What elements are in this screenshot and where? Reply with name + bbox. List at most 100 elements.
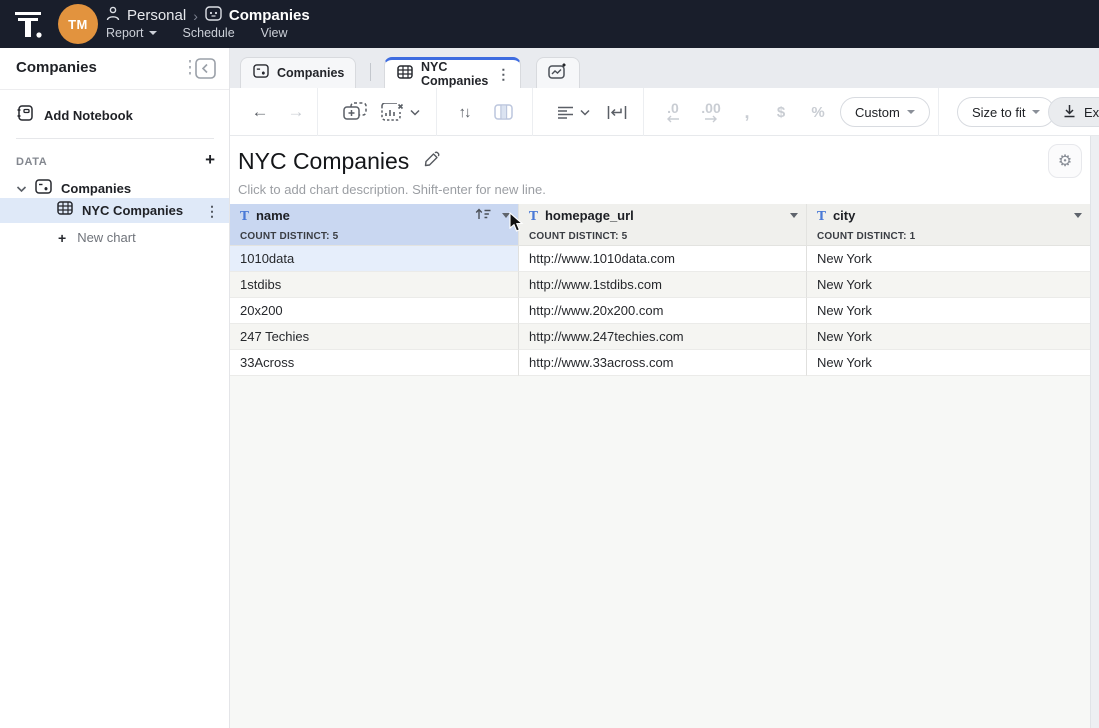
kebab-menu-icon[interactable]: ⋮ xyxy=(205,204,219,218)
chart-description-placeholder[interactable]: Click to add chart description. Shift-en… xyxy=(238,182,546,197)
decimal-increase-label: .00 xyxy=(701,101,720,115)
settings-button[interactable]: ⚙ xyxy=(1048,144,1082,178)
edit-title-pencil-icon[interactable] xyxy=(423,151,440,173)
table-cell[interactable]: New York xyxy=(807,298,1090,324)
breadcrumb-workspace[interactable]: Personal xyxy=(127,7,186,24)
column-header-city[interactable]: T city xyxy=(807,204,1090,227)
chevron-down-icon[interactable] xyxy=(16,180,27,198)
chevron-down-icon xyxy=(1032,110,1040,114)
data-section-header: DATA + xyxy=(0,152,229,174)
table-cell[interactable]: New York xyxy=(807,272,1090,298)
table-cell[interactable]: http://www.1010data.com xyxy=(519,246,807,272)
gear-icon: ⚙ xyxy=(1058,151,1072,171)
toolbar-divider xyxy=(532,88,533,136)
column-label: city xyxy=(833,208,855,223)
table-row: 1010data http://www.1010data.com New Yor… xyxy=(230,246,1090,272)
export-button[interactable]: Export xyxy=(1048,97,1099,127)
increase-decimal-button[interactable]: .00 xyxy=(694,88,728,136)
table-cell[interactable]: New York xyxy=(807,324,1090,350)
columns-button[interactable] xyxy=(488,88,518,136)
table-cell[interactable]: http://www.20x200.com xyxy=(519,298,807,324)
tab-companies[interactable]: Companies xyxy=(240,57,356,88)
decrease-decimal-button[interactable]: .0 xyxy=(658,88,688,136)
percent-format-button[interactable]: % xyxy=(805,88,831,136)
tab-kebab-menu-icon[interactable]: ⋮ xyxy=(496,67,510,81)
tab-new-chart[interactable] xyxy=(536,57,580,88)
table-cell[interactable]: http://www.1stdibs.com xyxy=(519,272,807,298)
redo-forward-button[interactable]: → xyxy=(283,88,309,136)
toolbar-divider xyxy=(317,88,318,136)
chevron-down-icon xyxy=(410,109,420,116)
avatar[interactable]: TM xyxy=(58,4,98,44)
duplicate-chart-button[interactable] xyxy=(340,88,370,136)
column-header-homepage-url[interactable]: T homepage_url xyxy=(519,204,807,227)
person-icon xyxy=(106,6,120,25)
table-cell[interactable]: 247 Techies xyxy=(230,324,519,350)
size-to-fit-label: Size to fit xyxy=(972,105,1025,120)
column-summary-row: COUNT DISTINCT: 5 COUNT DISTINCT: 5 COUN… xyxy=(230,227,1090,246)
table-cell[interactable]: 1stdibs xyxy=(230,272,519,298)
summary-name[interactable]: COUNT DISTINCT: 5 xyxy=(230,227,519,246)
dataset-icon xyxy=(35,179,52,199)
notebook-icon xyxy=(16,104,34,127)
report-icon xyxy=(205,6,222,25)
dataset-label: Companies xyxy=(61,181,131,196)
chevron-down-icon xyxy=(907,110,915,114)
align-button[interactable] xyxy=(552,88,594,136)
breadcrumb: Personal › Companies xyxy=(106,6,310,25)
table-cell[interactable]: New York xyxy=(807,246,1090,272)
vertical-scrollbar[interactable] xyxy=(1090,136,1099,728)
column-menu-icon[interactable] xyxy=(790,213,798,218)
dataset-icon xyxy=(253,64,269,83)
wrap-text-button[interactable] xyxy=(602,88,632,136)
menu-report[interactable]: Report xyxy=(106,26,157,40)
collapse-sidebar-icon[interactable] xyxy=(187,58,217,79)
sidebar-item-new-chart[interactable]: + New chart xyxy=(0,225,229,250)
currency-format-button[interactable]: $ xyxy=(768,88,794,136)
toolbar-divider xyxy=(643,88,644,136)
toolbar: ← → ↑↓ xyxy=(230,88,1099,136)
table-cell[interactable]: 1010data xyxy=(230,246,519,272)
sidebar-item-nyc-companies[interactable]: NYC Companies ⋮ xyxy=(0,198,229,223)
tab-nyc-companies-label: NYC Companies xyxy=(421,60,488,88)
table-label: NYC Companies xyxy=(82,203,183,218)
custom-format-label: Custom xyxy=(855,105,900,120)
top-bar: TM Personal › Companies Report Schedule … xyxy=(0,0,1099,48)
summary-city[interactable]: COUNT DISTINCT: 1 xyxy=(807,227,1090,246)
plus-icon: + xyxy=(58,230,66,246)
table-cell[interactable]: New York xyxy=(807,350,1090,376)
toolbar-divider xyxy=(938,88,939,136)
summary-homepage-url[interactable]: COUNT DISTINCT: 5 xyxy=(519,227,807,246)
menu-view[interactable]: View xyxy=(261,26,288,40)
size-to-fit-dropdown[interactable]: Size to fit xyxy=(957,97,1055,127)
remove-chart-type-button[interactable] xyxy=(378,88,422,136)
trevor-logo-icon[interactable] xyxy=(14,9,44,44)
thousands-separator-button[interactable]: , xyxy=(734,88,760,136)
table-cell[interactable]: 20x200 xyxy=(230,298,519,324)
data-section-label: DATA xyxy=(16,156,47,168)
menu-schedule-label: Schedule xyxy=(183,26,235,40)
page-title[interactable]: NYC Companies xyxy=(238,148,409,175)
table-cell[interactable]: http://www.247techies.com xyxy=(519,324,807,350)
menu-report-label: Report xyxy=(106,26,144,40)
column-header-name[interactable]: T name xyxy=(230,204,519,227)
table-cell[interactable]: 33Across xyxy=(230,350,519,376)
breadcrumb-report[interactable]: Companies xyxy=(229,7,310,24)
table-row: 20x200 http://www.20x200.com New York xyxy=(230,298,1090,324)
menu-schedule[interactable]: Schedule xyxy=(183,26,235,40)
custom-format-dropdown[interactable]: Custom xyxy=(840,97,930,127)
sidebar-title: Companies xyxy=(16,59,97,76)
column-menu-icon[interactable] xyxy=(1074,213,1082,218)
sort-rows-button[interactable]: ↑↓ xyxy=(449,88,479,136)
breadcrumb-separator: › xyxy=(193,8,198,24)
add-notebook-button[interactable]: Add Notebook xyxy=(0,96,229,134)
column-label: homepage_url xyxy=(545,208,634,223)
table-cell[interactable]: http://www.33across.com xyxy=(519,350,807,376)
table-row: 1stdibs http://www.1stdibs.com New York xyxy=(230,272,1090,298)
sort-ascending-icon[interactable] xyxy=(475,207,492,225)
add-data-button[interactable]: + xyxy=(205,150,215,170)
table-row: 247 Techies http://www.247techies.com Ne… xyxy=(230,324,1090,350)
menu-view-label: View xyxy=(261,26,288,40)
undo-back-button[interactable]: ← xyxy=(247,88,273,136)
tab-nyc-companies[interactable]: NYC Companies ⋮ xyxy=(384,57,521,88)
